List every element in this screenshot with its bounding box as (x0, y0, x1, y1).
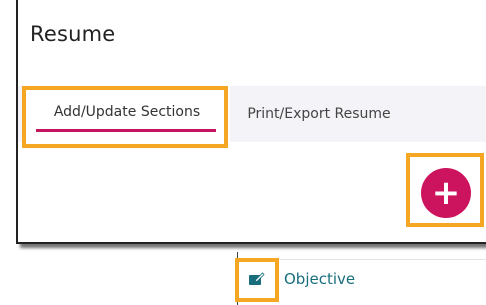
plus-icon: + (431, 173, 461, 213)
section-list (237, 252, 486, 305)
resume-card: Resume Add/Update Sections Print/Export … (16, 0, 486, 244)
section-item-objective[interactable]: Objective (284, 270, 355, 288)
tab-add-update-sections[interactable]: Add/Update Sections (24, 86, 230, 142)
active-tab-indicator (36, 129, 216, 132)
tab-label: Add/Update Sections (53, 104, 201, 120)
tab-label: Print/Export Resume (247, 106, 391, 122)
edit-section-icon[interactable] (249, 272, 265, 288)
divider (238, 259, 486, 260)
page-title: Resume (30, 22, 116, 46)
tab-bar: Add/Update Sections Print/Export Resume (18, 86, 486, 142)
add-section-button[interactable]: + (421, 168, 471, 218)
tab-print-export-resume[interactable]: Print/Export Resume (234, 86, 404, 142)
